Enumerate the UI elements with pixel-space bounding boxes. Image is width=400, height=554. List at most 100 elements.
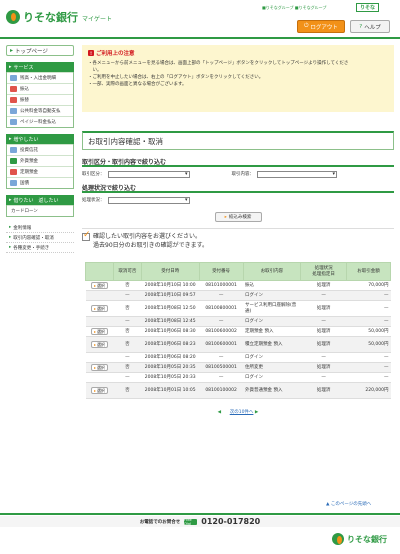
- freedial-icon: Free Dial: [184, 518, 198, 526]
- main-content: ! ご利用上の注意 ・各メニューから前メニューを見る場合は、画面上部の「トップペ…: [82, 45, 394, 415]
- filter-kind-row: 取引区分： 取引内容：: [82, 167, 394, 181]
- sidebar-section-header: ▸ 増やしたい: [6, 134, 74, 144]
- notice-line: ・各メニューから前メニューを見る場合は、画面上部の「トップページ」ボタンをクリッ…: [88, 61, 349, 66]
- content-cell: 積立定期預金 預入: [243, 336, 301, 353]
- sidebar-item[interactable]: 振替: [7, 94, 73, 105]
- select-row-button[interactable]: ▸ 選択: [90, 386, 108, 394]
- select-cell: [85, 316, 114, 327]
- menu-item-icon: [10, 119, 17, 125]
- sidebar-section-items: 残高・入出金明細 振込 振替 公共料金等自動支払 ペイジー料金払込: [6, 72, 74, 128]
- select-cell: [85, 372, 114, 383]
- number-cell: —: [199, 290, 244, 301]
- select-row-button[interactable]: ▸ 選択: [90, 340, 108, 348]
- sidebar-link[interactable]: ▸ 金利情報: [6, 223, 74, 233]
- col-status-header: 処理状況 処理指定日: [300, 262, 348, 281]
- kubun-select[interactable]: [107, 170, 190, 178]
- chevron-right-icon: ▸: [10, 47, 14, 54]
- menu-item-icon: [10, 97, 17, 103]
- date-cell: 2008年10月01日 10:05: [141, 382, 200, 399]
- select-row-button[interactable]: ▸ 選択: [90, 327, 108, 335]
- sidebar-section-header: ▸ 借りたい 返したい: [6, 195, 74, 205]
- help-icon: ?: [359, 23, 363, 30]
- sidebar-item[interactable]: 公共料金等自動支払: [7, 105, 73, 116]
- cancel-cell: —: [113, 372, 142, 383]
- top-page-button[interactable]: ▸ トップページ: [6, 45, 74, 56]
- table-row: —2008年10月06日 08:20— ログイン — —: [85, 352, 391, 363]
- sidebar-item[interactable]: 残高・入出金明細: [7, 72, 73, 83]
- notice-line: い。: [88, 68, 102, 73]
- filter-search-button[interactable]: ▸ 絞込み検索: [214, 212, 262, 222]
- content-cell: ログイン: [243, 352, 301, 363]
- sidebar-item-label: 国債: [20, 181, 29, 186]
- logo-text: りそな銀行: [23, 11, 78, 24]
- help-button[interactable]: ? ヘルプ: [350, 20, 390, 33]
- col-select-header: [85, 262, 114, 281]
- next-page-link[interactable]: 次の10件へ: [230, 410, 254, 415]
- status-cell: 処理済: [300, 336, 347, 353]
- sidebar-sections: ▸ サービス 残高・入出金明細 振込 振替 公共料金等自動支払 ペイジー料金払込 ▸ 増やしたい…: [6, 62, 74, 217]
- status-select[interactable]: [107, 196, 190, 204]
- sidebar-item-label: 外貨預金: [20, 159, 38, 164]
- sidebar-item[interactable]: 投資信託: [7, 144, 73, 155]
- naiyo-select[interactable]: [257, 170, 337, 178]
- sidebar-link-label: 金利情報: [13, 225, 32, 231]
- select-row-button[interactable]: ▸ 選択: [90, 304, 108, 312]
- sidebar-item[interactable]: 振込: [7, 83, 73, 94]
- select-cell: ▸ 選択: [85, 300, 114, 317]
- notice-line: ・一部、実際の画面と異なる場合がございます。: [88, 82, 187, 87]
- logo-subtitle: マイゲート: [82, 15, 113, 23]
- sidebar-item[interactable]: 外貨預金: [7, 155, 73, 166]
- filter-status-heading: 処理状況で絞り込む: [82, 184, 394, 193]
- sidebar-item[interactable]: 国債: [7, 177, 73, 188]
- table-row: ▸ 選択否 2008年10月05日 20:35 08100500001 住所変更 処理済 —: [85, 362, 391, 373]
- logout-button[interactable]: ⏻ ログアウト: [297, 20, 345, 33]
- info-line-1: 確認したい取引内容をお選びください。: [93, 233, 202, 240]
- select-label: 選択: [96, 364, 105, 370]
- cancel-cell: —: [113, 352, 142, 363]
- select-row-button[interactable]: ▸ 選択: [90, 363, 108, 371]
- date-cell: 2008年10月08日 12:50: [141, 300, 200, 317]
- cancel-cell: 否: [113, 300, 142, 317]
- amount-cell: —: [346, 300, 391, 317]
- kubun-label: 取引区分：: [82, 172, 105, 177]
- table-row: ▸ 選択否 2008年10月06日 08:23 08100600001 積立定期預金 預…: [85, 336, 391, 353]
- info-line-2: 過去90日分のお取引きの確認ができます。: [93, 242, 209, 249]
- cancel-cell: —: [113, 316, 142, 327]
- sidebar-link[interactable]: ▸ 各種変更・手続き: [6, 243, 74, 253]
- status-cell: —: [300, 290, 347, 301]
- footer-logo-text: りそな銀行: [347, 534, 387, 544]
- sidebar-item[interactable]: 定期預金: [7, 166, 73, 177]
- select-cell: [85, 290, 114, 301]
- notice-box: ! ご利用上の注意 ・各メニューから前メニューを見る場合は、画面上部の「トップペ…: [82, 45, 394, 112]
- sidebar-section-title: 借りたい 返したい: [13, 197, 59, 204]
- select-cell: ▸ 選択: [85, 326, 114, 337]
- back-to-top-link[interactable]: ▲ このページの先頭へ: [326, 501, 371, 507]
- status-cell: 処理済: [300, 382, 347, 399]
- resona-logo-icon: [332, 533, 344, 545]
- col-cancel-header: 取消可否: [112, 262, 142, 281]
- logout-label: ログアウト: [310, 24, 338, 31]
- bank-logo[interactable]: りそな銀行 マイゲート: [6, 9, 112, 25]
- number-cell: —: [199, 352, 244, 363]
- select-row-button[interactable]: ▸ 選択: [90, 281, 108, 289]
- pager: ◀ 次の10件へ ▶: [82, 409, 394, 415]
- pager-prev-icon: ◀: [217, 410, 222, 415]
- table-row: —2008年10月10日 09:57— ログイン — —: [85, 290, 391, 301]
- menu-item-icon: [10, 147, 17, 153]
- amount-cell: 50,000円: [346, 326, 391, 337]
- sidebar-item[interactable]: ペイジー料金払込: [7, 116, 73, 127]
- table-body: ▸ 選択否 2008年10月10日 10:00 08101000001 振込 処理済 70,…: [85, 280, 391, 399]
- sidebar-item-label: カードローン: [11, 209, 38, 214]
- status-label: 処理状況：: [82, 198, 105, 203]
- select-cell: ▸ 選択: [85, 382, 114, 399]
- sidebar-link[interactable]: ▸ 取引内容確認・取消: [6, 233, 74, 243]
- sidebar-section-title: サービス: [13, 64, 34, 71]
- col-date-header: 受付日時: [140, 262, 200, 281]
- status-cell: —: [300, 352, 347, 363]
- footer-logo: りそな銀行: [332, 533, 387, 545]
- status-cell: 処理済: [300, 362, 347, 373]
- amount-cell: 220,000円: [346, 382, 391, 399]
- arrow-right-icon: ▸: [93, 328, 96, 334]
- sidebar-item[interactable]: カードローン: [7, 205, 73, 216]
- content-cell: サービス利用口座解除(普通): [243, 300, 301, 317]
